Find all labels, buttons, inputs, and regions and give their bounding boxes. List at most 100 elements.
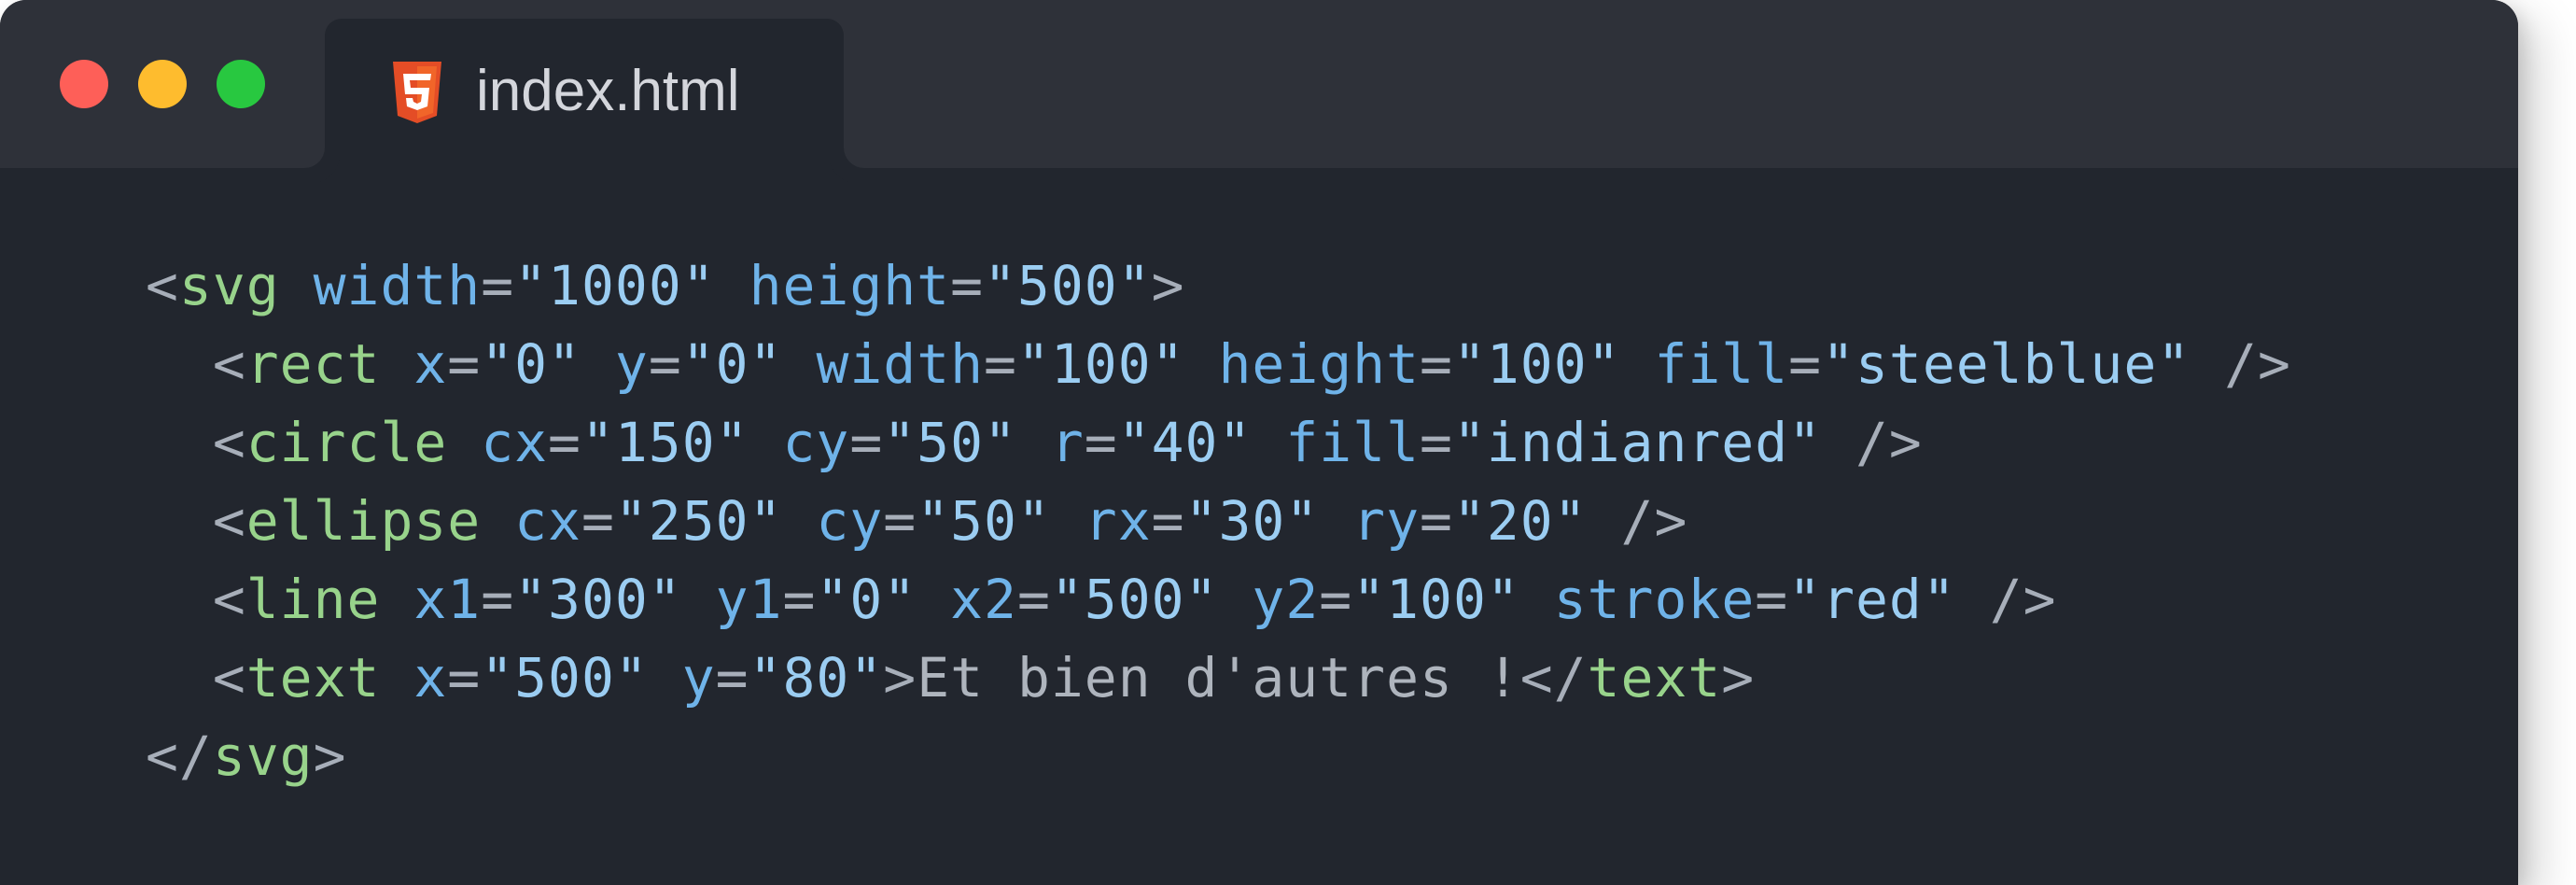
code-token-attribute-value: "500" xyxy=(984,254,1152,317)
code-token-punctuation: = xyxy=(1420,332,1453,396)
code-token-attribute-name: y2 xyxy=(1252,568,1320,631)
code-token-punctuation: /> xyxy=(2224,332,2291,396)
code-token-punctuation: = xyxy=(950,254,985,317)
code-token-punctuation: > xyxy=(883,646,917,709)
code-token-attribute-value: "1000" xyxy=(514,254,716,317)
code-token-attribute-name: x1 xyxy=(413,568,482,631)
code-token-punctuation: = xyxy=(481,254,515,317)
code-token-attribute-value: "80" xyxy=(749,646,884,709)
code-token-punctuation: < xyxy=(212,646,246,709)
code-token-attribute-name: x2 xyxy=(950,568,1017,631)
code-token-punctuation: < xyxy=(212,568,246,631)
code-token-attribute-value: "300" xyxy=(514,568,682,631)
code-token-punctuation: > xyxy=(313,724,347,788)
code-token-attribute-name: x xyxy=(413,332,448,396)
code-token-punctuation: = xyxy=(481,568,515,631)
code-token-attribute-name: ry xyxy=(1352,489,1421,553)
code-token-punctuation: = xyxy=(1420,489,1453,553)
code-token-tag-name: line xyxy=(245,568,381,631)
code-token-attribute-value: "100" xyxy=(1016,332,1185,396)
code-token-attribute-name: cx xyxy=(514,489,581,553)
maximize-button[interactable] xyxy=(217,60,265,108)
code-token-attribute-value: "250" xyxy=(614,489,783,553)
code-line: <circle cx="150" cy="50" r="40" fill="in… xyxy=(146,403,2291,482)
code-token-attribute-name: rx xyxy=(1084,489,1152,553)
tab-index-html[interactable]: index.html xyxy=(325,19,844,168)
code-token-punctuation: = xyxy=(1420,411,1453,474)
code-token-punctuation: = xyxy=(648,332,682,396)
code-token-punctuation: </ xyxy=(146,724,213,788)
code-token-punctuation: > xyxy=(1151,254,1185,317)
code-token-tag-name: text xyxy=(245,646,381,709)
code-token-attribute-value: "0" xyxy=(681,332,783,396)
code-token-attribute-value: "40" xyxy=(1117,411,1253,474)
code-line: <rect x="0" y="0" width="100" height="10… xyxy=(146,325,2291,403)
code-line: <svg width="1000" height="500"> xyxy=(146,246,2291,325)
code-editor[interactable]: <svg width="1000" height="500"> <rect x=… xyxy=(146,246,2291,795)
code-line: <line x1="300" y1="0" x2="500" y2="100" … xyxy=(146,560,2291,639)
code-token-tag-name: circle xyxy=(245,411,448,474)
code-token-attribute-name: x xyxy=(413,646,448,709)
code-token-punctuation: = xyxy=(1084,411,1118,474)
code-token-attribute-value: "red" xyxy=(1788,568,1956,631)
code-token-attribute-value: "indianred" xyxy=(1452,411,1823,474)
code-token-punctuation: > xyxy=(1721,646,1756,709)
code-token-attribute-name: cx xyxy=(481,411,549,474)
code-line: <ellipse cx="250" cy="50" rx="30" ry="20… xyxy=(146,482,2291,560)
code-token-attribute-value: "30" xyxy=(1184,489,1320,553)
code-token-punctuation: </ xyxy=(1519,646,1588,709)
code-token-punctuation: = xyxy=(715,646,749,709)
code-token-punctuation: = xyxy=(548,411,581,474)
code-token-attribute-value: "steelblue" xyxy=(1822,332,2191,396)
minimize-button[interactable] xyxy=(138,60,187,108)
close-button[interactable] xyxy=(60,60,108,108)
code-token-attribute-name: fill xyxy=(1285,411,1421,474)
code-token-punctuation: = xyxy=(1788,332,1823,396)
code-token-attribute-name: y xyxy=(614,332,649,396)
code-token-tag-name: text xyxy=(1587,646,1722,709)
code-token-punctuation: < xyxy=(212,489,246,553)
code-token-tag-name: svg xyxy=(212,724,314,788)
code-token-attribute-name: r xyxy=(1050,411,1085,474)
code-token-punctuation: /> xyxy=(1989,568,2057,631)
code-token-text: Et bien d'autres ! xyxy=(917,646,1520,709)
code-token-attribute-value: "20" xyxy=(1452,489,1588,553)
code-line: <text x="500" y="80">Et bien d'autres !<… xyxy=(146,639,2291,717)
tab-title: index.html xyxy=(476,59,740,123)
title-bar: index.html xyxy=(0,0,2518,168)
code-token-punctuation: = xyxy=(1319,568,1353,631)
code-token-attribute-value: "0" xyxy=(481,332,581,396)
code-token-attribute-name: height xyxy=(749,254,951,317)
code-window: index.html <svg width="1000" height="500… xyxy=(0,0,2518,885)
code-token-punctuation: = xyxy=(447,646,482,709)
code-token-attribute-value: "500" xyxy=(1050,568,1219,631)
code-token-punctuation: = xyxy=(1755,568,1789,631)
code-token-tag-name: svg xyxy=(178,254,280,317)
code-token-attribute-value: "150" xyxy=(581,411,749,474)
code-token-punctuation: /> xyxy=(1620,489,1688,553)
